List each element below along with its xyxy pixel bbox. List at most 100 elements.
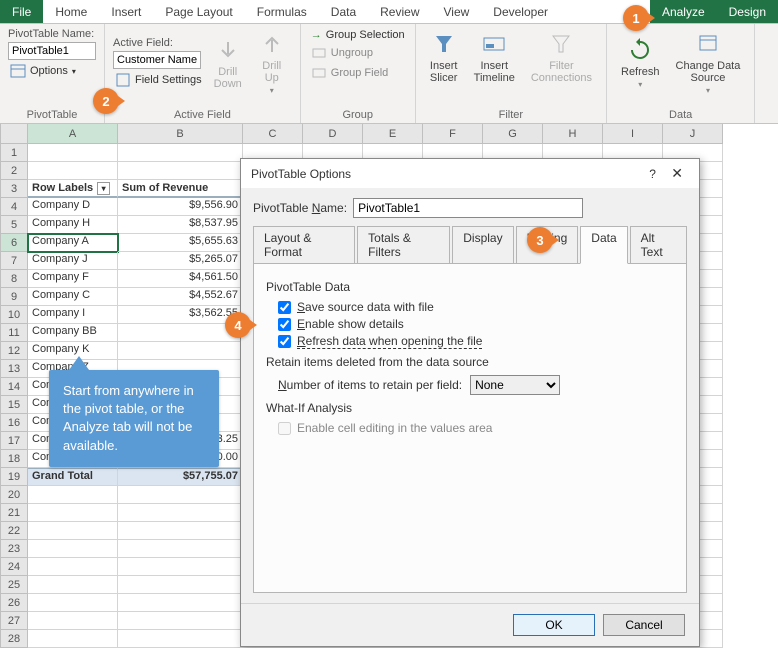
pivot-name-input[interactable] [8,42,96,60]
cell[interactable] [118,558,243,576]
cell[interactable]: Company F [28,270,118,288]
cell[interactable] [28,594,118,612]
row-header-23[interactable]: 23 [0,540,28,558]
cancel-button[interactable]: Cancel [603,614,685,636]
tab-home[interactable]: Home [43,0,99,23]
row-header-14[interactable]: 14 [0,378,28,396]
row-header-16[interactable]: 16 [0,414,28,432]
col-header-G[interactable]: G [483,124,543,144]
tab-page-layout[interactable]: Page Layout [153,0,244,23]
cell[interactable] [118,540,243,558]
row-header-12[interactable]: 12 [0,342,28,360]
row-header-25[interactable]: 25 [0,576,28,594]
cell[interactable] [118,486,243,504]
cell[interactable]: Grand Total [28,468,118,486]
tab-formulas[interactable]: Formulas [245,0,319,23]
active-field-input[interactable] [113,51,201,69]
tab-developer[interactable]: Developer [481,0,560,23]
insert-slicer-button[interactable]: Insert Slicer [424,28,464,86]
tab-design[interactable]: Design [717,0,778,23]
chk-show-details[interactable]: Enable show details [278,317,674,331]
cell[interactable] [118,504,243,522]
col-header-J[interactable]: J [663,124,723,144]
help-button[interactable]: ? [643,167,662,181]
cell[interactable] [28,162,118,180]
cell[interactable]: Company J [28,252,118,270]
cell[interactable] [28,504,118,522]
cell[interactable] [28,144,118,162]
cell[interactable]: $8,537.95 [118,216,243,234]
row-header-8[interactable]: 8 [0,270,28,288]
cell[interactable] [28,558,118,576]
row-header-9[interactable]: 9 [0,288,28,306]
row-header-3[interactable]: 3 [0,180,28,198]
cell[interactable]: Company BB [28,324,118,342]
tab-view[interactable]: View [432,0,482,23]
cell[interactable] [28,630,118,648]
cell[interactable] [118,612,243,630]
dlg-tab-totals[interactable]: Totals & Filters [357,226,450,263]
cell[interactable]: Company I [28,306,118,324]
col-header-I[interactable]: I [603,124,663,144]
row-header-24[interactable]: 24 [0,558,28,576]
chk-save-source[interactable]: Save source data with file [278,300,674,314]
row-header-21[interactable]: 21 [0,504,28,522]
close-button[interactable]: ✕ [665,165,689,181]
cell[interactable] [28,612,118,630]
row-header-19[interactable]: 19 [0,468,28,486]
dlg-tab-alt[interactable]: Alt Text [630,226,687,263]
row-header-17[interactable]: 17 [0,432,28,450]
cell[interactable] [118,342,243,360]
change-data-source-button[interactable]: Change Data Source ▾ [670,28,747,97]
row-header-18[interactable]: 18 [0,450,28,468]
tab-review[interactable]: Review [368,0,431,23]
cell[interactable] [118,630,243,648]
cell[interactable] [118,144,243,162]
cell[interactable] [118,522,243,540]
col-header-E[interactable]: E [363,124,423,144]
field-settings-button[interactable]: Field Settings [113,71,204,89]
cell[interactable]: $57,755.07 [118,468,243,486]
row-header-2[interactable]: 2 [0,162,28,180]
cell[interactable] [28,522,118,540]
row-header-4[interactable]: 4 [0,198,28,216]
row-header-15[interactable]: 15 [0,396,28,414]
dlg-tab-display[interactable]: Display [452,226,513,263]
row-header-6[interactable]: 6 [0,234,28,252]
chk-refresh-open[interactable]: Refresh data when opening the file [278,334,674,349]
cell[interactable]: Company D [28,198,118,216]
ungroup-button[interactable]: Ungroup [309,44,407,62]
row-header-28[interactable]: 28 [0,630,28,648]
cell[interactable]: $4,552.67 [118,288,243,306]
cell[interactable] [118,576,243,594]
col-header-F[interactable]: F [423,124,483,144]
dlg-tab-layout[interactable]: Layout & Format [253,226,355,263]
filter-connections-button[interactable]: Filter Connections [525,28,598,86]
cell[interactable]: Company H [28,216,118,234]
insert-timeline-button[interactable]: Insert Timeline [468,28,521,86]
row-header-13[interactable]: 13 [0,360,28,378]
cell[interactable] [118,594,243,612]
cell[interactable]: Row Labels▾ [28,180,118,198]
dialog-name-input[interactable] [353,198,583,218]
select-all-corner[interactable] [0,124,28,144]
row-header-27[interactable]: 27 [0,612,28,630]
cell[interactable] [118,162,243,180]
row-header-7[interactable]: 7 [0,252,28,270]
group-selection-button[interactable]: → Group Selection [309,28,407,42]
cell[interactable] [28,486,118,504]
row-header-11[interactable]: 11 [0,324,28,342]
retain-select[interactable]: None [470,375,560,395]
col-header-D[interactable]: D [303,124,363,144]
cell[interactable]: $4,561.50 [118,270,243,288]
cell[interactable]: Company C [28,288,118,306]
col-header-A[interactable]: A [28,124,118,144]
cell[interactable]: $3,562.55 [118,306,243,324]
drill-down-button[interactable]: Drill Down [208,34,248,92]
cell[interactable] [28,540,118,558]
row-header-20[interactable]: 20 [0,486,28,504]
cell[interactable] [28,576,118,594]
tab-insert[interactable]: Insert [99,0,153,23]
cell[interactable]: $5,655.63 [118,234,243,252]
cell[interactable]: Company A [28,234,118,252]
